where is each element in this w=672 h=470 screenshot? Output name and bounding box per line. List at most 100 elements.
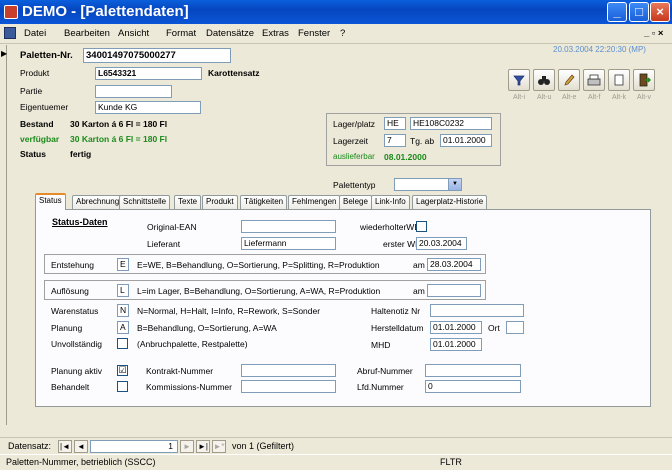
mhd-label: MHD <box>371 340 391 350</box>
record-number-field[interactable]: 1 <box>90 440 178 453</box>
tab-schnittstelle[interactable]: Schnittstelle <box>119 195 171 209</box>
tab-belege[interactable]: Belege <box>339 195 372 209</box>
entstehung-field[interactable]: E <box>117 258 129 271</box>
kommissions-label: Kommissions-Nummer <box>146 382 232 392</box>
herstelldatum-label: Herstelldatum <box>371 323 424 333</box>
lfd-label: Lfd.Nummer <box>357 382 404 392</box>
eigentuemer-field[interactable]: Kunde KG <box>95 101 201 114</box>
title-bar[interactable]: DEMO - [Palettendaten] _ □ × <box>0 0 672 24</box>
haltenotiz-label: Haltenotiz Nr <box>371 306 421 316</box>
app-icon[interactable] <box>4 5 18 19</box>
produkt-field[interactable]: L6543321 <box>95 67 202 80</box>
mdi-controls[interactable]: _ ▫ × <box>644 28 663 39</box>
mhd-field[interactable]: 01.01.2000 <box>430 338 482 351</box>
menu-fenster[interactable]: Fenster <box>298 28 330 39</box>
abruf-label: Abruf-Nummer <box>357 366 413 376</box>
menu-extras[interactable]: Extras <box>262 28 289 39</box>
close-button[interactable]: × <box>650 2 670 22</box>
planung-aktiv-checkbox[interactable]: ☑ <box>117 365 128 376</box>
unvollstaendig-checkbox[interactable] <box>117 338 128 349</box>
entstehung-am-field[interactable]: 28.03.2004 <box>427 258 481 271</box>
menu-datensaetze[interactable]: Datensätze <box>206 28 254 39</box>
warenstatus-description: N=Normal, H=Halt, I=Info, R=Rework, S=So… <box>137 306 321 316</box>
planung-label: Planung <box>51 323 83 333</box>
original-ean-field[interactable] <box>241 220 336 233</box>
tg-ab-field[interactable]: 01.01.2000 <box>440 134 492 147</box>
edit-icon <box>564 74 575 86</box>
filter-button[interactable] <box>508 69 530 91</box>
timestamp: 20.03.2004 22:20:30 (MP) <box>553 45 646 54</box>
tab-taetigkeiten[interactable]: Tätigkeiten <box>240 195 288 209</box>
record-count: von 1 (Gefiltert) <box>232 441 295 451</box>
aufloesung-field[interactable]: L <box>117 284 129 297</box>
lager-field[interactable]: HE <box>384 117 406 130</box>
kommissions-field[interactable] <box>241 380 336 393</box>
print-button[interactable] <box>583 69 605 91</box>
maximize-icon: □ <box>635 4 643 19</box>
lagerzeit-field[interactable]: 7 <box>384 134 406 147</box>
search-button[interactable] <box>533 69 555 91</box>
menu-bar: Datei Bearbeiten Ansicht Format Datensät… <box>0 24 672 44</box>
lieferant-field[interactable]: Liefermann <box>241 237 336 250</box>
maximize-button[interactable]: □ <box>629 2 649 22</box>
tab-texte[interactable]: Texte <box>174 195 202 209</box>
planung-field[interactable]: A <box>117 321 129 334</box>
tab-fehlmengen[interactable]: Fehlmengen <box>288 195 341 209</box>
new-record-nav-button[interactable]: ►* <box>212 440 226 453</box>
form-icon[interactable] <box>4 27 16 39</box>
abruf-field[interactable] <box>425 364 521 377</box>
tg-ab-label: Tg. ab <box>410 136 435 146</box>
lieferant-label: Lieferant <box>147 239 181 249</box>
partie-field[interactable] <box>95 85 172 98</box>
menu-datei[interactable]: Datei <box>24 28 46 39</box>
tab-lagerplatz-historie[interactable]: Lagerplatz-Historie <box>412 195 488 209</box>
edit-button[interactable] <box>558 69 580 91</box>
status-text: Paletten-Nummer, betrieblich (SSCC) <box>6 457 156 467</box>
produkt-label: Produkt <box>20 68 50 78</box>
minimize-button[interactable]: _ <box>607 2 627 22</box>
exit-button[interactable] <box>633 69 655 91</box>
bestand-value: 30 Karton á 6 Fl = 180 Fl <box>70 119 168 129</box>
unvollstaendig-description: (Anbruchpalette, Restpalette) <box>137 339 248 349</box>
new-record-button[interactable] <box>608 69 630 91</box>
record-navigation: Datensatz: |◄ ◄ 1 ► ►| ►* von 1 (Gefilte… <box>0 437 672 454</box>
menu-ansicht[interactable]: Ansicht <box>118 28 149 39</box>
menu-format[interactable]: Format <box>166 28 196 39</box>
close-icon: × <box>656 4 664 19</box>
aufloesung-am-label: am <box>413 286 425 296</box>
prev-record-button[interactable]: ◄ <box>74 440 88 453</box>
minimize-icon: _ <box>613 4 621 19</box>
tab-status[interactable]: Status <box>35 193 66 210</box>
shortcut-alt-e: Alt-e <box>562 94 577 101</box>
palettentyp-dropdown[interactable]: ▼ <box>394 178 462 191</box>
entstehung-description: E=WE, B=Behandlung, O=Sortierung, P=Spli… <box>137 260 380 270</box>
menu-bearbeiten[interactable]: Bearbeiten <box>64 28 110 39</box>
aufloesung-am-field[interactable] <box>427 284 481 297</box>
tab-abrechnung[interactable]: Abrechnung <box>72 195 124 209</box>
haltenotiz-field[interactable] <box>430 304 524 317</box>
next-record-button[interactable]: ► <box>180 440 194 453</box>
tab-link-info[interactable]: Link-Info <box>371 195 410 209</box>
first-record-button[interactable]: |◄ <box>58 440 72 453</box>
unvollstaendig-label: Unvollständig <box>51 339 103 349</box>
lfd-field[interactable]: 0 <box>425 380 521 393</box>
erster-we-field[interactable]: 20.03.2004 <box>416 237 467 250</box>
navigation-label: Datensatz: <box>8 441 52 451</box>
menu-help[interactable]: ? <box>340 28 345 39</box>
wiederholter-we-checkbox[interactable] <box>416 221 427 232</box>
herstelldatum-field[interactable]: 01.01.2000 <box>430 321 482 334</box>
paletten-nr-field[interactable]: 34001497075000277 <box>83 48 231 63</box>
kontrakt-field[interactable] <box>241 364 336 377</box>
tab-produkt[interactable]: Produkt <box>202 195 238 209</box>
record-selector[interactable]: ▶ <box>0 45 7 425</box>
ort-field[interactable] <box>506 321 524 334</box>
lagerplatz-field[interactable]: HE108C0232 <box>410 117 492 130</box>
verfuegbar-value: 30 Karton á 6 Fl = 180 Fl <box>70 134 168 144</box>
window-title: DEMO - [Palettendaten] <box>22 3 189 20</box>
warenstatus-field[interactable]: N <box>117 304 129 317</box>
kontrakt-label: Kontrakt-Nummer <box>146 366 214 376</box>
lager-label: Lager/platz <box>333 119 376 129</box>
last-record-button[interactable]: ►| <box>196 440 210 453</box>
behandelt-checkbox[interactable] <box>117 381 128 392</box>
chevron-down-icon[interactable]: ▼ <box>448 179 461 190</box>
